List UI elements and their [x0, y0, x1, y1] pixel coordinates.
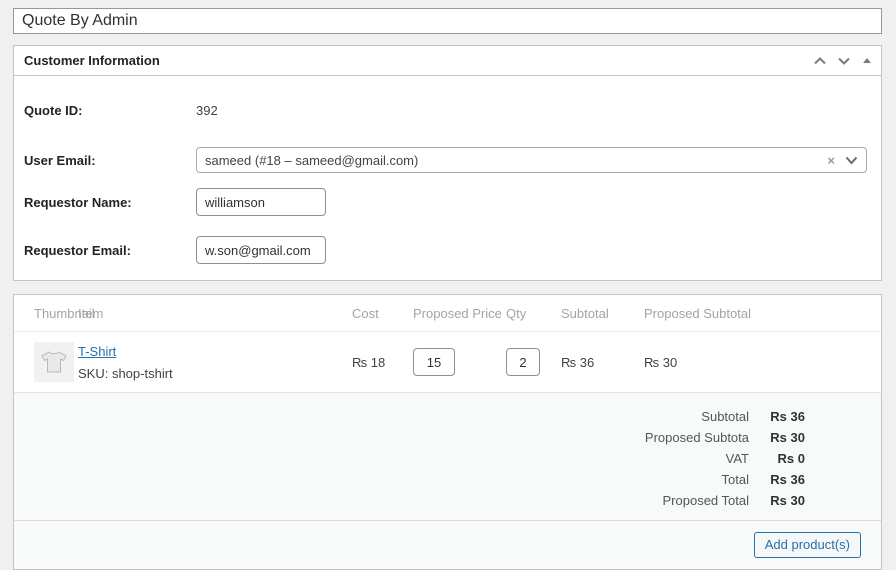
- requestor-name-row: Requestor Name:: [24, 188, 871, 216]
- product-qty-cell: [506, 348, 561, 376]
- customer-information-header[interactable]: Customer Information: [14, 46, 881, 76]
- totals-value: Rs 30: [749, 493, 805, 508]
- product-sku: SKU: shop-tshirt: [78, 366, 352, 381]
- tshirt-icon: [41, 350, 67, 374]
- clear-selection-icon[interactable]: ×: [827, 154, 835, 167]
- header-item: Item: [78, 306, 352, 321]
- quote-id-row: Quote ID: 392: [24, 96, 871, 124]
- items-panel-footer: Add product(s): [14, 520, 881, 569]
- totals-value: Rs 36: [749, 472, 805, 487]
- user-email-row: User Email: sameed (#18 – sameed@gmail.c…: [24, 146, 871, 174]
- totals-value: Rs 36: [749, 409, 805, 424]
- qty-input[interactable]: [506, 348, 540, 376]
- totals-label: Proposed Subtota: [645, 430, 749, 445]
- header-proposed-subtotal: Proposed Subtotal: [644, 306, 881, 321]
- totals-row-proposed-subtotal: Proposed Subtota Rs 30: [14, 427, 805, 448]
- proposed-price-input[interactable]: [413, 348, 455, 376]
- customer-information-panel: Customer Information Quote ID: 392 User …: [13, 45, 882, 281]
- totals-row-total: Total Rs 36: [14, 469, 805, 490]
- quote-id-value: 392: [196, 103, 218, 118]
- totals-section: Subtotal Rs 36 Proposed Subtota Rs 30 VA…: [14, 392, 881, 520]
- requestor-email-row: Requestor Email:: [24, 236, 871, 264]
- toggle-panel-icon[interactable]: [863, 58, 871, 63]
- totals-label: VAT: [726, 451, 749, 466]
- requestor-name-label: Requestor Name:: [24, 195, 196, 210]
- totals-row-vat: VAT Rs 0: [14, 448, 805, 469]
- product-link[interactable]: T-Shirt: [78, 344, 116, 359]
- quote-id-label: Quote ID:: [24, 103, 196, 118]
- product-cost: ₨ 18: [352, 355, 413, 370]
- product-subtotal: ₨ 36: [561, 355, 644, 370]
- header-subtotal: Subtotal: [561, 306, 644, 321]
- user-email-label: User Email:: [24, 153, 196, 168]
- table-row: T-Shirt SKU: shop-tshirt ₨ 18 ₨ 36 ₨ 30: [14, 332, 881, 392]
- header-proposed-price: Proposed Price: [413, 306, 506, 321]
- move-up-icon[interactable]: [813, 54, 827, 68]
- quote-title-input[interactable]: [13, 8, 882, 34]
- totals-row-proposed-total: Proposed Total Rs 30: [14, 490, 805, 511]
- quote-items-panel: Thumbnail Item Cost Proposed Price Qty S…: [13, 294, 882, 570]
- requestor-email-label: Requestor Email:: [24, 243, 196, 258]
- header-qty: Qty: [506, 306, 561, 321]
- product-thumbnail-cell: [14, 342, 78, 382]
- totals-value: Rs 0: [749, 451, 805, 466]
- totals-label: Subtotal: [701, 409, 749, 424]
- customer-information-title: Customer Information: [24, 53, 160, 68]
- admin-page: Customer Information Quote ID: 392 User …: [0, 0, 896, 570]
- chevron-down-icon[interactable]: [845, 156, 858, 165]
- header-cost: Cost: [352, 306, 413, 321]
- metabox-handle-actions: [813, 54, 871, 68]
- product-proposed-price-cell: [413, 348, 506, 376]
- customer-information-body: Quote ID: 392 User Email: sameed (#18 – …: [14, 76, 881, 280]
- totals-value: Rs 30: [749, 430, 805, 445]
- add-products-button[interactable]: Add product(s): [754, 532, 861, 558]
- totals-row-subtotal: Subtotal Rs 36: [14, 406, 805, 427]
- totals-label: Total: [722, 472, 749, 487]
- items-table-header: Thumbnail Item Cost Proposed Price Qty S…: [14, 295, 881, 332]
- requestor-email-input[interactable]: [196, 236, 326, 264]
- totals-label: Proposed Total: [663, 493, 750, 508]
- header-thumbnail: Thumbnail: [14, 306, 78, 321]
- user-email-select[interactable]: sameed (#18 – sameed@gmail.com) ×: [196, 147, 867, 173]
- requestor-name-input[interactable]: [196, 188, 326, 216]
- move-down-icon[interactable]: [837, 54, 851, 68]
- product-proposed-subtotal: ₨ 30: [644, 355, 881, 370]
- product-thumbnail: [34, 342, 74, 382]
- product-item-cell: T-Shirt SKU: shop-tshirt: [78, 344, 352, 381]
- user-email-selected-value: sameed (#18 – sameed@gmail.com): [205, 153, 827, 168]
